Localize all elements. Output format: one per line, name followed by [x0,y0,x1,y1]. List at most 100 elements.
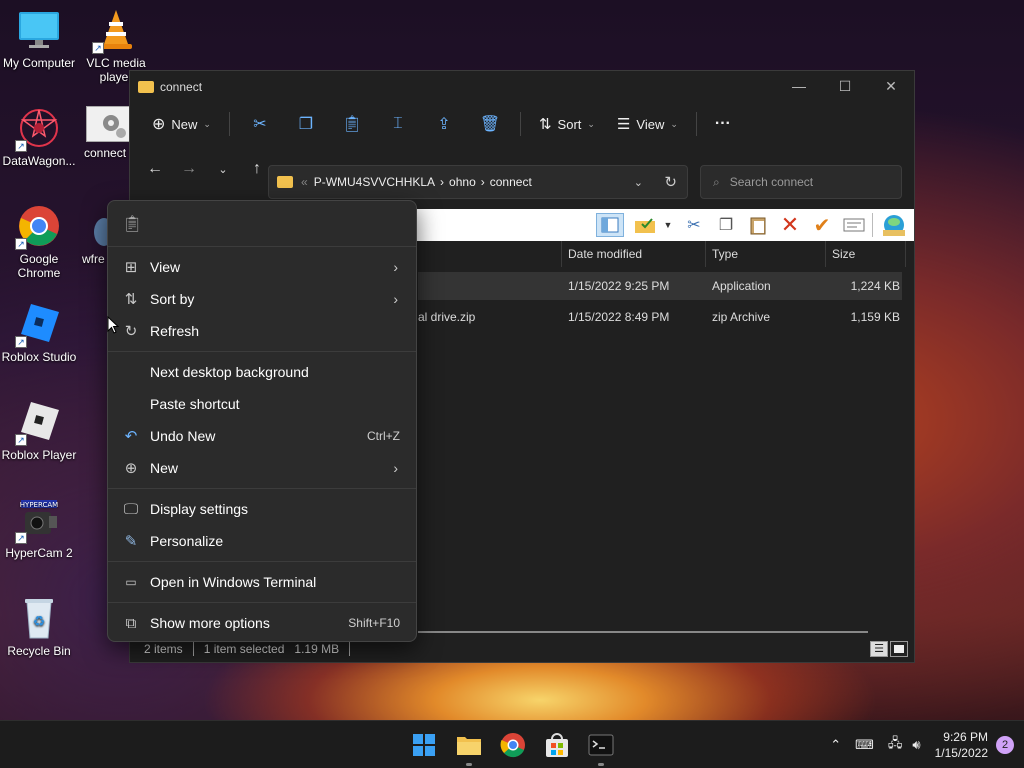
address-dropdown-icon[interactable]: ⌄ [634,176,643,189]
start-button[interactable] [410,731,438,759]
clock[interactable]: 9:26 PM 1/15/2022 [935,729,988,761]
menu-item-label: Paste shortcut [150,396,240,412]
toolbar-divider [872,213,873,237]
roblox-studio-icon: ↗ [15,302,61,348]
trash-icon: 🗑︎ [479,116,501,133]
search-input[interactable]: ⌕ Search connect [700,165,902,199]
file-size: 1,159 KB [850,310,900,324]
menu-item-refresh[interactable]: ↻ Refresh [112,315,412,347]
tiles-view-toggle[interactable] [890,641,908,657]
keyboard-icon[interactable]: ⌨ [855,737,874,753]
menu-item-paste-shortcut[interactable]: Paste shortcut [112,388,412,420]
menu-item-label: Show more options [150,615,270,631]
horizontal-scrollbar[interactable] [418,631,868,633]
microsoft-store-taskbar-button[interactable] [543,731,571,759]
menu-item-view[interactable]: ⊞ View › [112,251,412,283]
type-column-header[interactable]: Type [706,241,826,267]
size-column-header[interactable]: Size [826,241,906,267]
copy-icon[interactable]: ❐ [714,213,738,237]
brush-icon: ✎ [124,533,138,550]
folder-checkmark-icon[interactable] [632,213,660,237]
menu-item-label: Sort by [150,291,195,307]
chevron-right-icon: › [440,175,445,189]
file-row[interactable]: al drive.zip 1/15/2022 8:49 PM zip Archi… [418,303,902,331]
breadcrumb-ohno[interactable]: ohno [449,175,476,189]
recent-locations-button[interactable]: ⌄ [208,154,238,184]
windows-logo-icon [413,734,435,756]
item-count: 2 items [144,642,183,656]
desktop-icon-roblox-player[interactable]: ↗ Roblox Player [1,400,77,462]
see-more-button[interactable]: ··· [707,108,739,140]
menu-item-open-in-windows-terminal[interactable]: ▭ Open in Windows Terminal [112,566,412,598]
details-view-toggle[interactable]: ☰ [870,641,888,657]
share-button[interactable]: ⇪ [424,108,464,140]
dropdown-arrow-icon[interactable]: ▼ [662,213,674,237]
delete-button[interactable]: 🗑︎ [470,108,510,140]
cut-button[interactable]: ✂ [240,108,280,140]
back-button[interactable]: ← [140,154,170,184]
desktop-icon-google-chrome[interactable]: ↗ Google Chrome [1,204,77,280]
desktop-icon-datawagon[interactable]: ↗ DataWagon... [1,106,77,168]
desktop-icon-recycle-bin[interactable]: ♻ Recycle Bin [1,596,77,658]
chrome-icon [500,733,525,758]
terminal-taskbar-button[interactable] [587,731,615,759]
network-icon[interactable]: 🖧︎ [888,734,903,756]
copy-button[interactable]: ❐ [286,108,326,140]
breadcrumb-connect[interactable]: connect [490,175,532,189]
menu-item-display-settings[interactable]: 🖵︎ Display settings [112,493,412,525]
system-tray: ⌃ ⌨ 🖧︎ 🔊︎ 9:26 PM 1/15/2022 2 [830,721,1024,768]
menu-item-new[interactable]: ⊕ New › [112,452,412,484]
desktop-icon-label: My Computer [2,56,76,70]
new-button[interactable]: ⊕ New ⌄ [144,108,219,140]
notification-badge[interactable]: 2 [996,736,1014,754]
sort-button[interactable]: ⇅ Sort ⌄ [531,108,603,140]
sort-icon: ⇅ [538,116,552,133]
properties-icon[interactable] [842,213,866,237]
date-modified-column-header[interactable]: Date modified [562,241,706,267]
chevron-up-icon[interactable]: ⌃ [830,737,841,753]
menu-item-show-more-options[interactable]: ⧉ Show more options Shift+F10 [112,607,412,639]
divider [192,642,194,656]
close-button[interactable]: ✕ [868,71,914,101]
gear-app-icon [86,106,130,142]
breadcrumb-overflow[interactable]: « [301,175,308,189]
scissors-icon[interactable]: ✂ [682,213,706,237]
desktop-icon-roblox-studio[interactable]: ↗ Roblox Studio [1,302,77,364]
paste-icon[interactable]: 📋︎ [122,214,142,234]
menu-item-label: Open in Windows Terminal [150,574,317,590]
checkmark-icon[interactable]: ✔ [810,213,834,237]
plus-circle-icon: ⊕ [124,460,138,477]
file-explorer-taskbar-button[interactable] [455,731,483,759]
context-menu-quick-actions: 📋︎ [108,201,416,247]
address-bar[interactable]: « P-WMU4SVVCHHKLA › ohno › connect ⌄ ↻ [268,165,688,199]
paste-icon[interactable] [746,213,770,237]
forward-button[interactable]: → [174,154,204,184]
file-size: 1,224 KB [850,279,900,293]
file-row[interactable]: 1/15/2022 9:25 PM Application 1,224 KB [418,272,902,300]
desktop-icon-my-computer[interactable]: My Computer [1,8,77,70]
preview-pane-icon[interactable] [596,213,624,237]
expand-icon: ⧉ [125,614,137,632]
paste-button[interactable]: 📋︎ [332,108,372,140]
rename-button[interactable]: ⌶ [378,108,418,140]
globe-icon[interactable] [882,213,906,237]
menu-item-undo-new[interactable]: ↶ Undo New Ctrl+Z [112,420,412,452]
desktop-icon-wfre[interactable]: wfre [78,204,108,266]
view-button[interactable]: ☰ View ⌄ [609,108,686,140]
divider [695,112,697,136]
chrome-taskbar-button[interactable] [499,731,527,759]
chevron-right-icon: › [393,259,398,275]
refresh-icon[interactable]: ↻ [664,173,677,191]
menu-item-next-desktop-background[interactable]: Next desktop background [112,356,412,388]
arrow-up-icon: ↑ [253,160,261,177]
menu-divider [108,561,416,562]
menu-item-personalize[interactable]: ✎ Personalize [112,525,412,557]
maximize-button[interactable]: ☐ [822,71,868,101]
delete-x-icon[interactable]: ✕ [778,212,802,237]
menu-item-label: Next desktop background [150,364,309,380]
breadcrumb-computer[interactable]: P-WMU4SVVCHHKLA [314,175,435,189]
minimize-button[interactable]: — [776,71,822,101]
desktop-icon-hypercam[interactable]: HYPERCAM ↗ HyperCam 2 [1,498,77,560]
volume-icon[interactable]: 🔊︎ [912,737,920,753]
menu-item-sort-by[interactable]: ⇅ Sort by › [112,283,412,315]
